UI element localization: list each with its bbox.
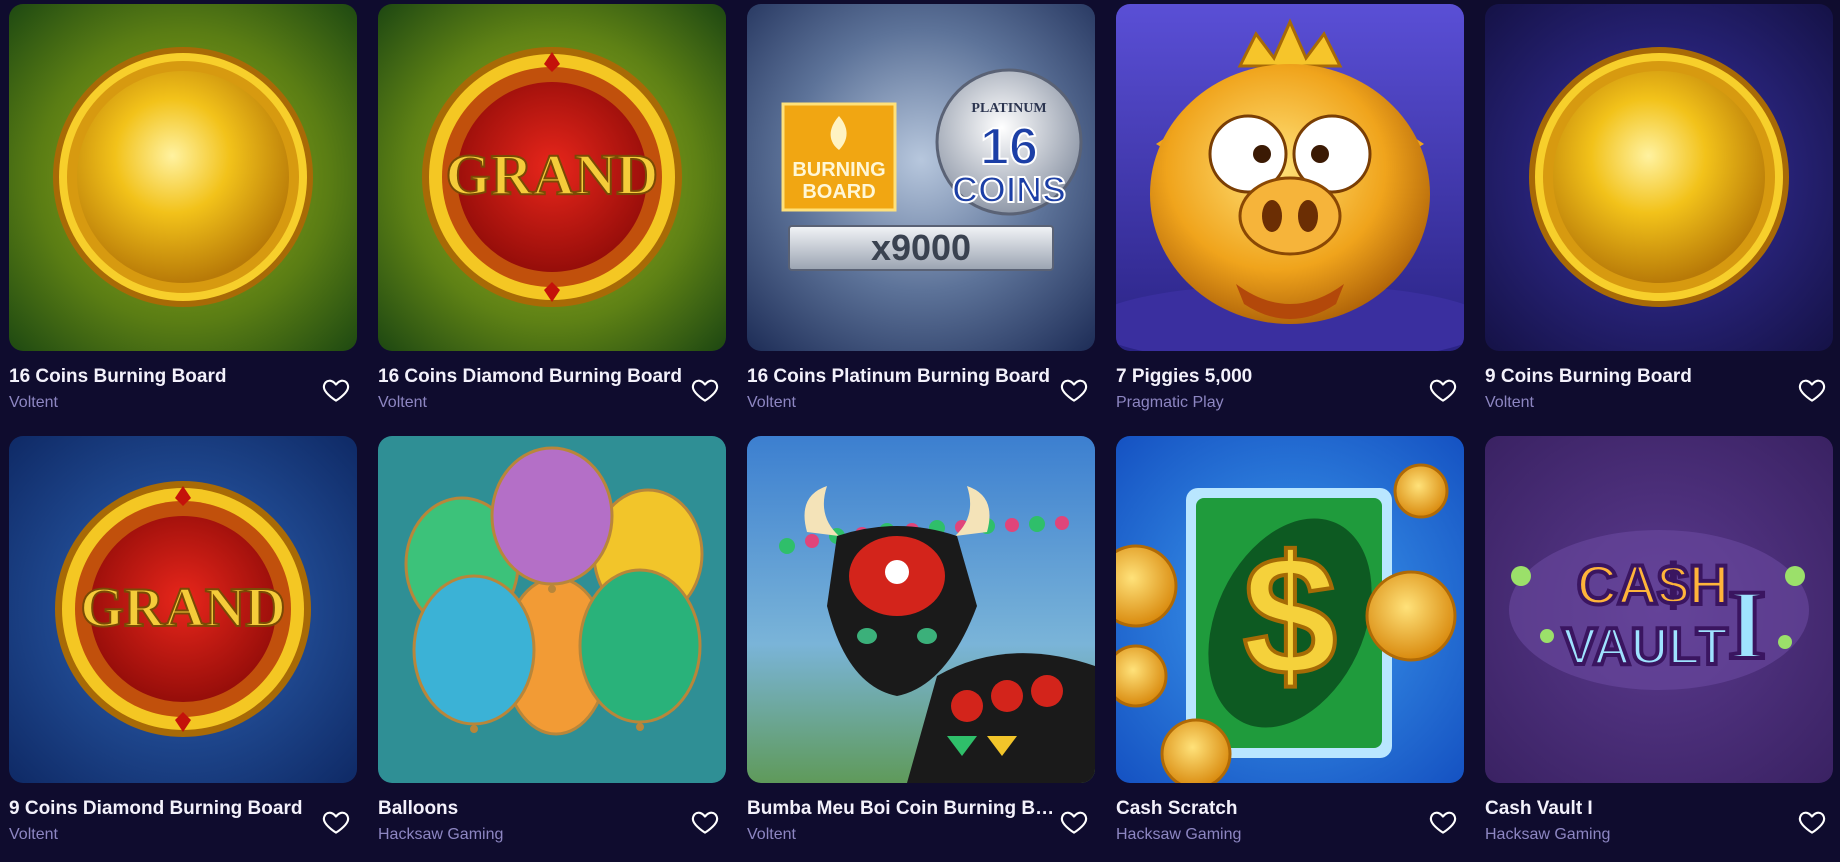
game-provider: Voltent [747, 394, 796, 411]
cash-vault-line2: VAULT [1562, 618, 1728, 676]
burning-logo-line1: BURNING [792, 159, 885, 181]
cash-scratch-art: $ [1116, 436, 1464, 783]
balloons-art [378, 436, 726, 783]
game-thumbnail[interactable] [1116, 4, 1464, 351]
game-thumbnail[interactable]: CA$H VAULT I [1485, 436, 1833, 783]
game-provider: Voltent [9, 394, 58, 411]
pig-king-art [1116, 4, 1464, 351]
game-card[interactable]: $ Cash Scratch Hacksaw Gaming [1116, 436, 1464, 852]
game-thumbnail[interactable]: GRAND [378, 4, 726, 351]
heart-outline-icon[interactable] [1059, 375, 1089, 405]
game-card[interactable]: 16 Coins Burning Board Voltent [9, 4, 357, 420]
game-thumbnail[interactable]: BURNING BOARD PLATINUM 16 COINS x9000 [747, 4, 1095, 351]
gold-coin-art [9, 4, 357, 351]
game-card[interactable]: 7 Piggies 5,000 Pragmatic Play [1116, 4, 1464, 420]
game-title[interactable]: 7 Piggies 5,000 [1116, 365, 1424, 389]
platinum-label: PLATINUM [971, 101, 1046, 116]
game-provider: Pragmatic Play [1116, 394, 1224, 411]
cash-vault-line1: CA$H [1577, 553, 1729, 616]
bull-art [747, 436, 1095, 783]
game-provider: Hacksaw Gaming [1485, 826, 1611, 843]
platinum-number: 16 [980, 118, 1038, 176]
game-card[interactable]: BURNING BOARD PLATINUM 16 COINS x9000 16… [747, 4, 1095, 420]
svg-text:$: $ [1243, 521, 1338, 711]
game-thumbnail[interactable]: GRAND [9, 436, 357, 783]
game-title[interactable]: 16 Coins Platinum Burning Board [747, 365, 1055, 389]
game-thumbnail[interactable] [9, 4, 357, 351]
game-card[interactable]: Balloons Hacksaw Gaming [378, 436, 726, 852]
heart-outline-icon[interactable] [1428, 807, 1458, 837]
game-provider: Voltent [747, 826, 796, 843]
cash-vault-art: CA$H VAULT I [1485, 436, 1833, 783]
game-title[interactable]: Cash Scratch [1116, 797, 1424, 821]
cash-vault-numeral: I [1728, 569, 1767, 680]
game-title[interactable]: 9 Coins Burning Board [1485, 365, 1793, 389]
grand-word: GRAND [446, 142, 659, 207]
heart-outline-icon[interactable] [1797, 807, 1827, 837]
grand-coin-art: GRAND [9, 436, 357, 783]
game-thumbnail[interactable] [378, 436, 726, 783]
game-thumbnail[interactable] [1485, 4, 1833, 351]
platinum-logo-art: BURNING BOARD PLATINUM 16 COINS x9000 [747, 4, 1095, 351]
heart-outline-icon[interactable] [1059, 807, 1089, 837]
game-title[interactable]: Balloons [378, 797, 686, 821]
game-card[interactable]: GRAND 9 Coins Diamond Burning Board Volt… [9, 436, 357, 852]
game-provider: Hacksaw Gaming [1116, 826, 1242, 843]
game-provider: Voltent [1485, 394, 1534, 411]
game-provider: Hacksaw Gaming [378, 826, 504, 843]
coins-word: COINS [952, 169, 1066, 210]
multiplier-label: x9000 [871, 227, 971, 268]
game-title[interactable]: 16 Coins Burning Board [9, 365, 317, 389]
game-thumbnail[interactable] [747, 436, 1095, 783]
heart-outline-icon[interactable] [1428, 375, 1458, 405]
heart-outline-icon[interactable] [1797, 375, 1827, 405]
game-grid: 16 Coins Burning Board Voltent GRAND 16 … [9, 4, 1833, 852]
game-card[interactable]: CA$H VAULT I Cash Vault I Hacksaw Gaming [1485, 436, 1833, 852]
game-card[interactable]: 9 Coins Burning Board Voltent [1485, 4, 1833, 420]
burning-logo-line2: BOARD [802, 181, 875, 203]
game-title[interactable]: Cash Vault I [1485, 797, 1793, 821]
heart-outline-icon[interactable] [321, 807, 351, 837]
heart-outline-icon[interactable] [690, 375, 720, 405]
game-title[interactable]: Bumba Meu Boi Coin Burning Bo... [747, 797, 1055, 821]
grand-word: GRAND [80, 577, 285, 639]
grand-coin-art: GRAND [378, 4, 726, 351]
game-title[interactable]: 9 Coins Diamond Burning Board [9, 797, 317, 821]
gold-coin-art [1485, 4, 1833, 351]
heart-outline-icon[interactable] [690, 807, 720, 837]
heart-outline-icon[interactable] [321, 375, 351, 405]
game-provider: Voltent [378, 394, 427, 411]
game-card[interactable]: Bumba Meu Boi Coin Burning Bo... Voltent [747, 436, 1095, 852]
game-title[interactable]: 16 Coins Diamond Burning Board [378, 365, 686, 389]
game-thumbnail[interactable]: $ [1116, 436, 1464, 783]
game-card[interactable]: GRAND 16 Coins Diamond Burning Board Vol… [378, 4, 726, 420]
game-provider: Voltent [9, 826, 58, 843]
